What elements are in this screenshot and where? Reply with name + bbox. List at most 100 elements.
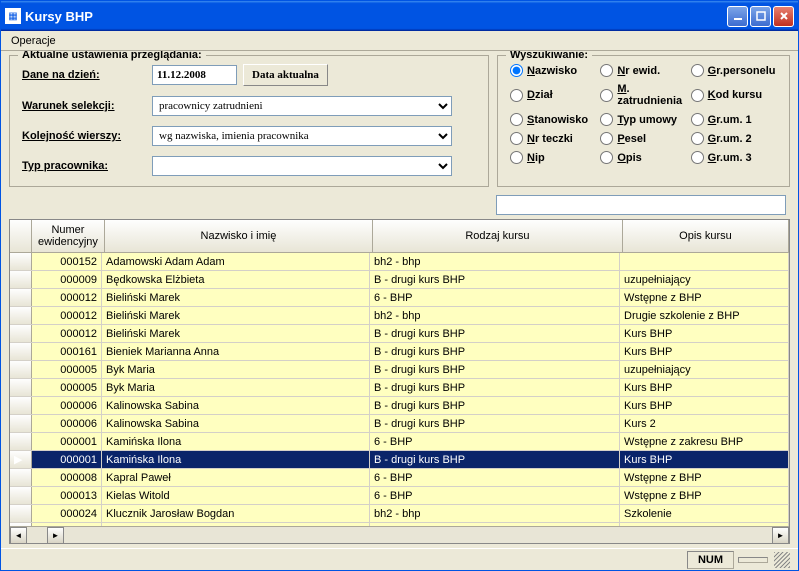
col-header-name[interactable]: Nazwisko i imię <box>105 220 373 252</box>
titlebar[interactable]: ▦ Kursy BHP <box>1 1 798 31</box>
cell-type[interactable]: B - drugi kurs BHP <box>370 325 620 342</box>
menu-operacje[interactable]: Operacje <box>5 33 62 49</box>
table-row[interactable]: 000005Byk MariaB - drugi kurs BHPuzupełn… <box>10 361 789 379</box>
radio-input[interactable] <box>691 151 704 164</box>
col-header-desc[interactable]: Opis kursu <box>623 220 789 252</box>
cell-name[interactable]: Kamińska Ilona <box>102 451 370 468</box>
search-radio-gr-um-2[interactable]: Gr.um. 2 <box>691 132 777 145</box>
filter-combo[interactable]: pracownicy zatrudnieni <box>152 96 452 116</box>
table-row[interactable]: 000012Bieliński Marek6 - BHPWstępne z BH… <box>10 289 789 307</box>
table-row[interactable]: ▶000001Kamińska IlonaB - drugi kurs BHPK… <box>10 451 789 469</box>
cell-type[interactable]: bh2 - bhp <box>370 505 620 522</box>
radio-input[interactable] <box>510 151 523 164</box>
table-row[interactable]: 000161Bieniek Marianna AnnaB - drugi kur… <box>10 343 789 361</box>
radio-input[interactable] <box>600 132 613 145</box>
cell-name[interactable]: Kalinowska Sabina <box>102 415 370 432</box>
cell-desc[interactable]: Drugie szkolenie z BHP <box>620 307 789 324</box>
cell-name[interactable]: Kielas Witold <box>102 487 370 504</box>
cell-type[interactable]: B - drugi kurs BHP <box>370 361 620 378</box>
grid-body[interactable]: 000152Adamowski Adam Adambh2 - bhp000009… <box>10 253 789 526</box>
row-header[interactable] <box>10 343 32 360</box>
cell-desc[interactable]: Wstępne z BHP <box>620 487 789 504</box>
search-radio-stanowisko[interactable]: Stanowisko <box>510 113 596 126</box>
cell-name[interactable]: Adamowski Adam Adam <box>102 253 370 270</box>
table-row[interactable]: 000009Będkowska ElżbietaB - drugi kurs B… <box>10 271 789 289</box>
cell-name[interactable]: Kamińska Ilona <box>102 433 370 450</box>
search-radio-kod-kursu[interactable]: Kod kursu <box>691 83 777 107</box>
cell-num[interactable]: 000012 <box>32 289 102 306</box>
radio-input[interactable] <box>600 151 613 164</box>
cell-num[interactable]: 000152 <box>32 253 102 270</box>
radio-input[interactable] <box>510 64 523 77</box>
cell-name[interactable]: Kapral Paweł <box>102 469 370 486</box>
cell-num[interactable]: 000161 <box>32 343 102 360</box>
scroll-left-button[interactable]: ◄ <box>10 527 27 544</box>
cell-name[interactable]: Byk Maria <box>102 361 370 378</box>
radio-input[interactable] <box>691 64 704 77</box>
table-row[interactable]: 000005Byk MariaB - drugi kurs BHPKurs BH… <box>10 379 789 397</box>
row-header[interactable] <box>10 307 32 324</box>
search-radio-dzia-[interactable]: Dział <box>510 83 596 107</box>
cell-name[interactable]: Kalinowska Sabina <box>102 397 370 414</box>
radio-input[interactable] <box>691 113 704 126</box>
row-header[interactable]: ▶ <box>10 451 32 468</box>
current-date-button[interactable]: Data aktualna <box>243 64 328 86</box>
row-header[interactable] <box>10 433 32 450</box>
table-row[interactable]: 000001Kamińska Ilona6 - BHPWstępne z zak… <box>10 433 789 451</box>
cell-type[interactable]: 6 - BHP <box>370 487 620 504</box>
row-header[interactable] <box>10 415 32 432</box>
cell-desc[interactable]: uzupełniający <box>620 271 789 288</box>
radio-input[interactable] <box>691 132 704 145</box>
order-combo[interactable]: wg nazwiska, imienia pracownika <box>152 126 452 146</box>
scroll-right-button[interactable]: ► <box>772 527 789 544</box>
cell-type[interactable]: 6 - BHP <box>370 289 620 306</box>
cell-num[interactable]: 000024 <box>32 505 102 522</box>
minimize-button[interactable] <box>727 6 748 27</box>
search-radio-gr-personelu[interactable]: Gr.personelu <box>691 64 777 77</box>
cell-num[interactable]: 000013 <box>32 487 102 504</box>
cell-num[interactable]: 000006 <box>32 415 102 432</box>
row-header[interactable] <box>10 361 32 378</box>
table-row[interactable]: 000152Adamowski Adam Adambh2 - bhp <box>10 253 789 271</box>
cell-num[interactable]: 000012 <box>32 307 102 324</box>
cell-type[interactable]: B - drugi kurs BHP <box>370 397 620 414</box>
radio-input[interactable] <box>510 113 523 126</box>
table-row[interactable]: 000012Bieliński Marekbh2 - bhpDrugie szk… <box>10 307 789 325</box>
search-radio-m-zatrudnienia[interactable]: M. zatrudnienia <box>600 83 686 107</box>
row-header[interactable] <box>10 289 32 306</box>
cell-desc[interactable]: Kurs BHP <box>620 325 789 342</box>
search-radio-nazwisko[interactable]: Nazwisko <box>510 64 596 77</box>
cell-type[interactable]: 6 - BHP <box>370 469 620 486</box>
cell-type[interactable]: bh2 - bhp <box>370 307 620 324</box>
cell-num[interactable]: 000006 <box>32 397 102 414</box>
row-header[interactable] <box>10 271 32 288</box>
cell-name[interactable]: Bieniek Marianna Anna <box>102 343 370 360</box>
table-row[interactable]: 000008Kapral Paweł6 - BHPWstępne z BHP <box>10 469 789 487</box>
cell-type[interactable]: B - drugi kurs BHP <box>370 415 620 432</box>
row-header[interactable] <box>10 253 32 270</box>
cell-num[interactable]: 000005 <box>32 361 102 378</box>
table-row[interactable]: 000024Klucznik Jarosław Bogdanbh2 - bhpS… <box>10 505 789 523</box>
cell-type[interactable]: bh2 - bhp <box>370 253 620 270</box>
cell-num[interactable]: 000005 <box>32 379 102 396</box>
search-radio-nip[interactable]: Nip <box>510 151 596 164</box>
cell-type[interactable]: B - drugi kurs BHP <box>370 451 620 468</box>
cell-num[interactable]: 000001 <box>32 451 102 468</box>
search-radio-gr-um-3[interactable]: Gr.um. 3 <box>691 151 777 164</box>
table-row[interactable]: 000006Kalinowska SabinaB - drugi kurs BH… <box>10 415 789 433</box>
cell-type[interactable]: B - drugi kurs BHP <box>370 379 620 396</box>
cell-name[interactable]: Bieliński Marek <box>102 289 370 306</box>
row-header[interactable] <box>10 469 32 486</box>
cell-name[interactable]: Będkowska Elżbieta <box>102 271 370 288</box>
search-radio-typ-umowy[interactable]: Typ umowy <box>600 113 686 126</box>
grid-header-corner[interactable] <box>10 220 32 252</box>
cell-desc[interactable]: Kurs BHP <box>620 397 789 414</box>
search-input[interactable] <box>496 195 786 215</box>
col-header-type[interactable]: Rodzaj kursu <box>373 220 623 252</box>
col-header-num[interactable]: Numer ewidencyjny <box>32 220 105 252</box>
cell-num[interactable]: 000008 <box>32 469 102 486</box>
cell-num[interactable]: 000009 <box>32 271 102 288</box>
cell-num[interactable]: 000001 <box>32 433 102 450</box>
cell-num[interactable]: 000012 <box>32 325 102 342</box>
cell-desc[interactable]: uzupełniający <box>620 361 789 378</box>
